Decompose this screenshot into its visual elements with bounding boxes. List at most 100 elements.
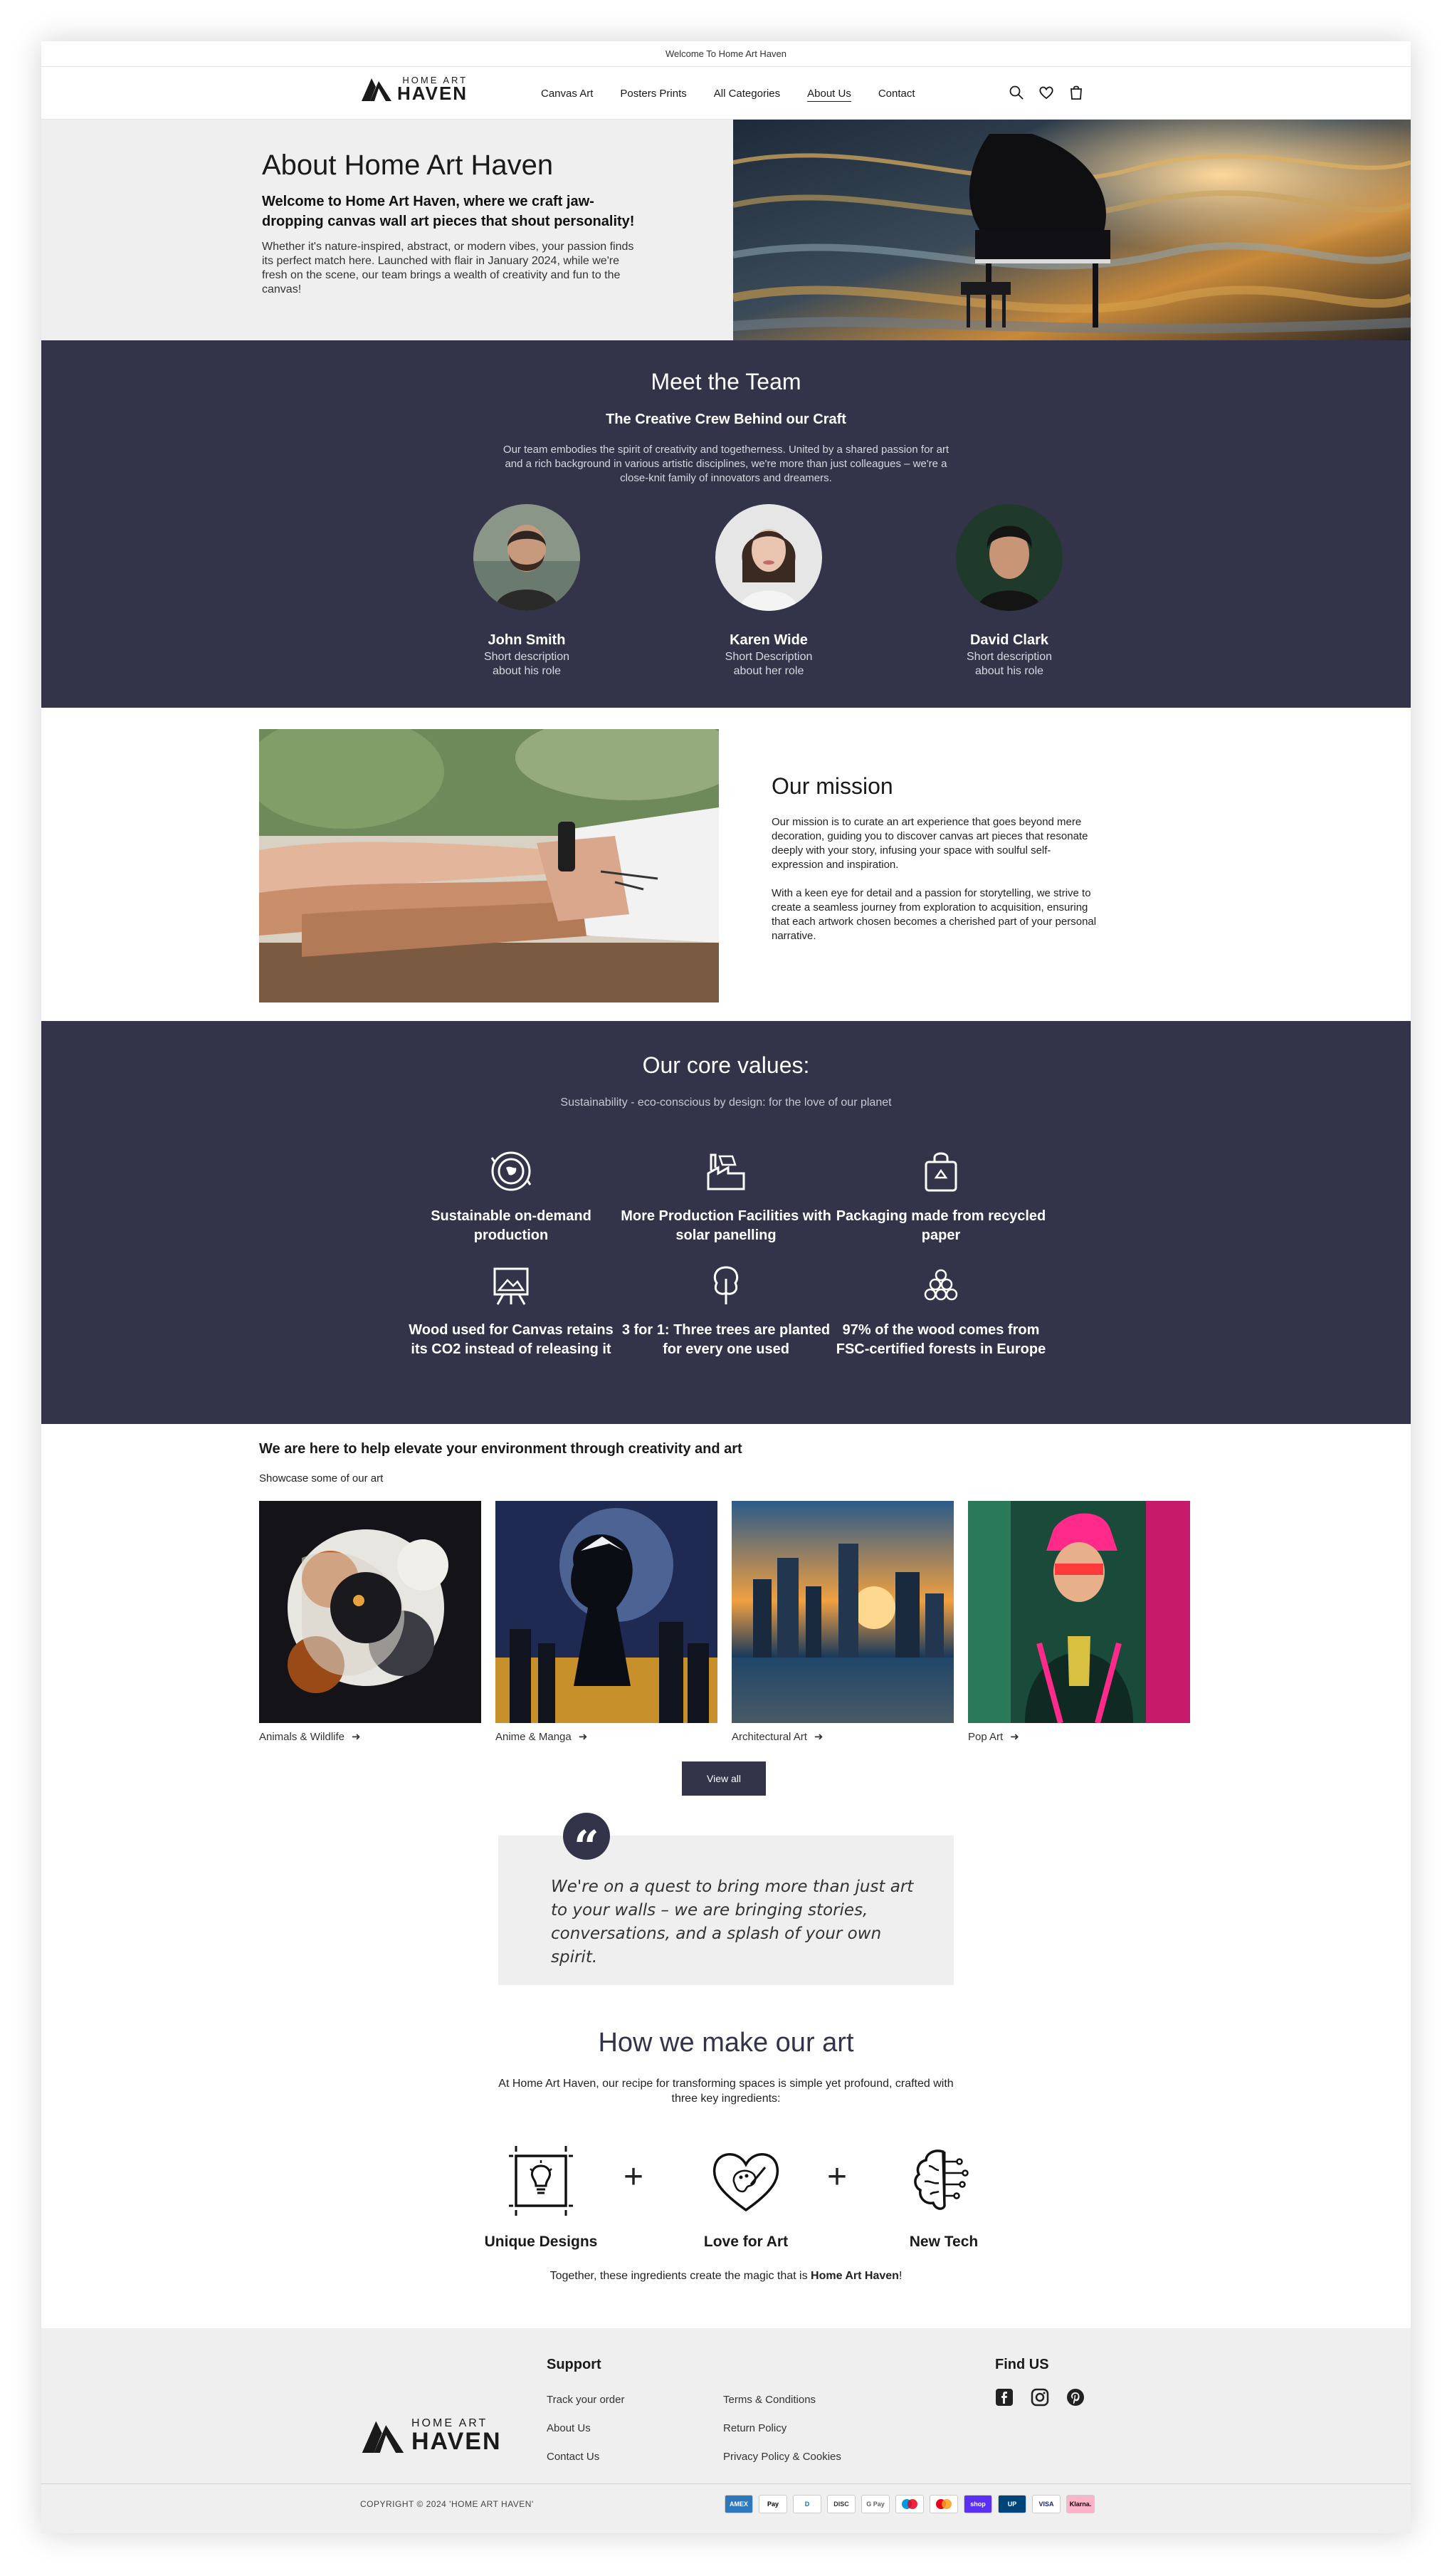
- ingredient-love-for-art: Love for Art: [668, 2142, 824, 2251]
- value-item: Packaging made from recycled paper: [834, 1149, 1048, 1245]
- payment-badge: [930, 2495, 958, 2513]
- header-logo[interactable]: HOME ART HAVEN: [360, 74, 468, 103]
- team-section: Meet the Team The Creative Crew Behind o…: [41, 340, 1411, 708]
- instagram-icon[interactable]: [1031, 2388, 1049, 2407]
- footer-link-privacy[interactable]: Privacy Policy & Cookies: [723, 2451, 841, 2463]
- site-header: HOME ART HAVEN Canvas Art Posters Prints…: [41, 67, 1411, 120]
- about-title: About Home Art Haven: [262, 150, 554, 181]
- ingredient-label: Love for Art: [703, 2234, 789, 2250]
- nav-contact[interactable]: Contact: [878, 88, 915, 100]
- category-name[interactable]: Pop Art: [968, 1731, 1003, 1743]
- category-label[interactable]: Anime & Manga ➜: [495, 1730, 717, 1744]
- announcement-text: Welcome To Home Art Haven: [665, 48, 787, 59]
- member-name: Karen Wide: [730, 632, 808, 648]
- member-name: John Smith: [488, 632, 566, 648]
- about-lead: Welcome to Home Art Haven, where we craf…: [262, 194, 635, 229]
- footer-link-track-order[interactable]: Track your order: [547, 2394, 624, 2406]
- team-member-david: David Clark Short description about his …: [931, 504, 1088, 679]
- category-card-pop-art[interactable]: Pop Art ➜: [968, 1501, 1190, 1743]
- mission-paragraph-1: Our mission is to curate an art experien…: [772, 816, 1088, 871]
- footer-link-return-policy[interactable]: Return Policy: [723, 2422, 786, 2434]
- footer-divider: [41, 2483, 1411, 2484]
- cart-icon[interactable]: [1068, 84, 1085, 101]
- nav-posters-prints[interactable]: Posters Prints: [620, 88, 686, 100]
- category-card-animals[interactable]: Animals & Wildlife ➜: [259, 1501, 481, 1743]
- canvas-easel-icon: [493, 1267, 529, 1305]
- footer-find-title: Find US: [995, 2357, 1049, 2372]
- lightbulb-frame-icon: [509, 2146, 573, 2216]
- heart-icon[interactable]: [1038, 84, 1055, 101]
- value-label: Wood used for Canvas retains its CO2 ins…: [409, 1322, 614, 1357]
- view-all-button[interactable]: View all: [682, 1761, 766, 1796]
- footer-support-title: Support: [547, 2357, 601, 2372]
- facebook-icon[interactable]: [995, 2388, 1014, 2407]
- category-label[interactable]: Architectural Art ➜: [732, 1730, 954, 1744]
- category-card-architectural[interactable]: Architectural Art ➜: [732, 1501, 954, 1743]
- pinterest-icon[interactable]: [1066, 2388, 1085, 2407]
- recycled-bag-icon: [925, 1152, 957, 1192]
- header-icons: [1008, 84, 1085, 101]
- footer-logo[interactable]: HOME ART HAVEN: [360, 2415, 502, 2455]
- brain-circuit-icon: [914, 2150, 969, 2210]
- quote-box: We're on a quest to bring more than just…: [498, 1836, 954, 1985]
- payment-badge: [895, 2495, 924, 2513]
- mission-title: Our mission: [772, 773, 893, 799]
- together-brand: Home Art Haven: [811, 2270, 899, 2282]
- payment-badge: DISC: [827, 2495, 856, 2513]
- value-label: 3 for 1: Three trees are planted for eve…: [621, 1322, 831, 1357]
- category-thumbnail[interactable]: [968, 1501, 1190, 1723]
- how-subtitle: At Home Art Haven, our recipe for transf…: [498, 2078, 954, 2105]
- team-intro: Our team embodies the spirit of creativi…: [503, 444, 949, 484]
- values-title: Our core values:: [642, 1052, 810, 1078]
- logo-mark-icon: [362, 78, 391, 101]
- value-label: Packaging made from recycled paper: [836, 1208, 1046, 1243]
- together-prefix: Together, these ingredients create the m…: [549, 2270, 811, 2282]
- value-label: More Production Facilities with solar pa…: [621, 1208, 831, 1243]
- category-thumbnail[interactable]: [495, 1501, 717, 1723]
- quote-text: We're on a quest to bring more than just…: [551, 1878, 914, 1967]
- main-nav: Canvas Art Posters Prints All Categories…: [541, 67, 915, 120]
- value-item: Sustainable on-demand production: [404, 1149, 618, 1245]
- ingredient-new-tech: New Tech: [866, 2142, 1022, 2251]
- payment-badge: shop: [964, 2495, 992, 2513]
- arrow-right-icon: ➜: [352, 1731, 361, 1743]
- category-label[interactable]: Animals & Wildlife ➜: [259, 1730, 481, 1744]
- announcement-bar: Welcome To Home Art Haven: [41, 41, 1411, 67]
- nav-about-us[interactable]: About Us: [807, 88, 851, 100]
- plus-sign: +: [827, 2158, 848, 2196]
- footer-link-about-us[interactable]: About Us: [547, 2422, 591, 2434]
- category-name[interactable]: Animals & Wildlife: [259, 1731, 344, 1743]
- member-desc: Short Description about her role: [725, 651, 813, 677]
- logo-big-text: HAVEN: [397, 82, 468, 104]
- member-name: David Clark: [969, 632, 1049, 648]
- footer-link-contact-us[interactable]: Contact Us: [547, 2451, 599, 2463]
- nav-canvas-art[interactable]: Canvas Art: [541, 88, 593, 100]
- value-item: 3 for 1: Three trees are planted for eve…: [619, 1263, 833, 1359]
- nav-all-categories[interactable]: All Categories: [714, 88, 780, 100]
- payment-badge: D: [793, 2495, 821, 2513]
- category-name[interactable]: Anime & Manga: [495, 1731, 572, 1743]
- how-title: How we make our art: [598, 2028, 854, 2058]
- footer-link-terms[interactable]: Terms & Conditions: [723, 2394, 816, 2406]
- showcase-title: We are here to help elevate your environ…: [259, 1441, 742, 1457]
- category-thumbnail[interactable]: [732, 1501, 954, 1723]
- payment-badge: UP: [998, 2495, 1026, 2513]
- core-values-section: Our core values: Sustainability - eco-co…: [41, 1021, 1411, 1424]
- avatar: [473, 504, 580, 611]
- logo-big-text: HAVEN: [411, 2428, 502, 2455]
- category-thumbnail[interactable]: [259, 1501, 481, 1723]
- ingredient-unique-designs: Unique Designs: [463, 2142, 619, 2251]
- category-card-anime[interactable]: Anime & Manga ➜: [495, 1501, 717, 1743]
- about-section: About Home Art Haven Welcome to Home Art…: [41, 120, 1411, 340]
- ingredient-label: Unique Designs: [484, 2234, 598, 2250]
- category-name[interactable]: Architectural Art: [732, 1731, 807, 1743]
- team-member-john: John Smith Short description about his r…: [448, 504, 605, 679]
- values-subtitle: Sustainability - eco-conscious by design…: [560, 1096, 892, 1109]
- category-label[interactable]: Pop Art ➜: [968, 1730, 1190, 1744]
- payment-methods: AMEX Pay D DISC G Pay shop UP VISA Klarna.: [725, 2495, 1095, 2513]
- together-text: Together, these ingredients create the m…: [41, 2270, 1411, 2283]
- quote-mark-icon: “: [563, 1813, 610, 1873]
- value-item: More Production Facilities with solar pa…: [619, 1149, 833, 1245]
- payment-badge: G Pay: [861, 2495, 890, 2513]
- search-icon[interactable]: [1008, 84, 1025, 101]
